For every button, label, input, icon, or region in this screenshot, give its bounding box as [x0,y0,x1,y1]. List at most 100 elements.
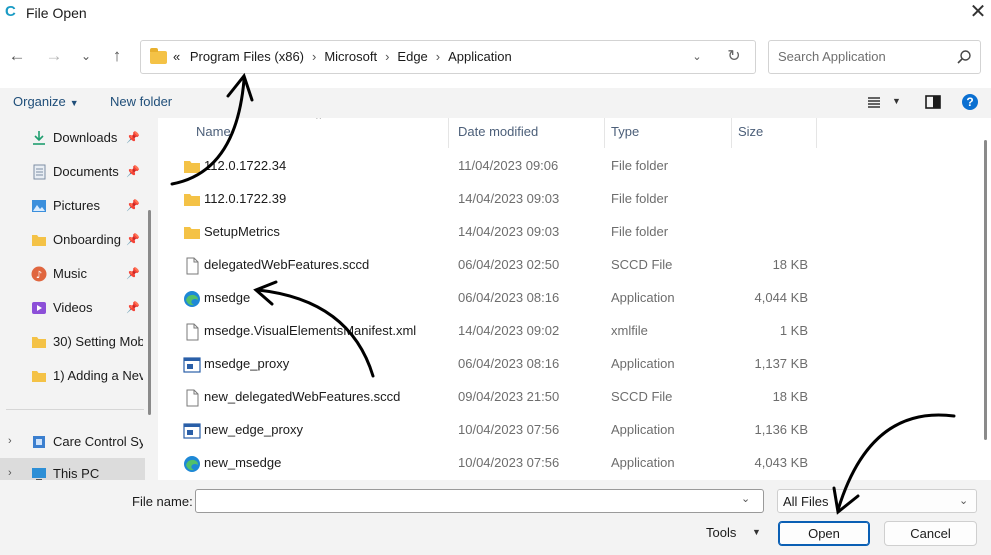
sidebar-item-music[interactable]: ♪ Music 📌 [0,258,145,288]
file-row[interactable]: new_edge_proxy 10/04/2023 07:56 Applicat… [158,414,975,447]
sidebar-item-label: This PC [53,466,100,480]
forward-arrow-icon[interactable]: → [42,44,66,68]
file-row[interactable]: delegatedWebFeatures.sccd 06/04/2023 02:… [158,249,975,282]
edge-icon [184,456,200,472]
pin-icon: 📌 [126,132,140,144]
expand-chevron-icon[interactable]: › [8,435,12,447]
caret-down-icon[interactable]: ▼ [752,527,761,537]
file-row[interactable]: 112.0.1722.39 14/04/2023 09:03 File fold… [158,183,975,216]
sidebar-item-onboarding[interactable]: Onboarding 📌 [0,224,145,254]
breadcrumb-microsoft[interactable]: Microsoft [324,49,377,64]
file-icon [186,257,199,275]
file-row[interactable]: 112.0.1722.34 11/04/2023 09:06 File fold… [158,150,975,183]
file-type: File folder [611,191,669,206]
sidebar-item-downloads[interactable]: Downloads 📌 [0,122,145,152]
sidebar-item-label: 1) Adding a Nev [53,368,143,383]
sidebar-item-documents[interactable]: Documents 📌 [0,156,145,186]
close-icon[interactable]: ✕ [966,1,990,23]
videos-icon [32,302,46,314]
up-arrow-icon[interactable]: ↑ [105,44,129,68]
svg-text:?: ? [966,95,973,109]
file-type-filter[interactable]: All Files ⌄ [777,489,977,513]
file-name: new_edge_proxy [204,422,304,437]
folder-icon [32,337,46,348]
sidebar-item-setting-mob[interactable]: 30) Setting Mob [0,326,145,356]
scrollbar-thumb[interactable] [984,140,987,440]
sort-ascending-icon: ⌃ [314,118,324,127]
search-input[interactable]: Search Application [778,41,886,73]
sidebar-item-this-pc[interactable]: › This PC [0,458,145,480]
column-divider[interactable] [731,118,732,148]
file-row[interactable]: new_msedge 10/04/2023 07:56 Application … [158,447,975,480]
chevron-right-icon[interactable]: › [385,41,389,73]
breadcrumb-application[interactable]: Application [448,49,512,64]
cancel-button[interactable]: Cancel [884,521,977,546]
help-icon[interactable]: ? [961,93,979,111]
file-date: 11/04/2023 09:06 [458,158,559,173]
chevron-right-icon[interactable]: › [436,41,440,73]
view-list-icon[interactable] [866,93,882,111]
navigation-pane: Downloads 📌 Documents 📌 Pictures 📌 Onboa… [0,118,150,480]
file-list-scrollbar[interactable] [975,118,991,480]
caret-down-icon: ▼ [69,98,79,108]
column-header-size[interactable]: Size [738,118,763,146]
file-type: File folder [611,224,669,239]
tools-button[interactable]: Tools [706,525,736,540]
column-header-type[interactable]: Type [611,118,639,146]
back-arrow-icon[interactable]: ← [5,44,29,68]
organize-label: Organize [13,94,66,109]
column-header-date[interactable]: Date modified [458,118,538,146]
sidebar-item-care-control[interactable]: › Care Control Sy [0,426,145,456]
column-divider[interactable] [604,118,605,148]
sidebar-divider [6,409,144,410]
new-folder-button[interactable]: New folder [110,94,172,109]
chevron-down-icon[interactable]: ⌄ [741,492,750,505]
breadcrumb-overflow[interactable]: « [173,49,180,64]
app-icon: C [5,3,16,20]
preview-pane-icon[interactable] [924,93,942,111]
chevron-down-icon[interactable]: ⌄ [959,494,968,507]
file-size: 18 KB [772,257,808,272]
view-options-caret-icon[interactable]: ▼ [892,96,901,114]
file-date: 10/04/2023 07:56 [458,455,560,470]
sidebar-scrollbar[interactable] [148,210,151,415]
file-row[interactable]: msedge_proxy 06/04/2023 08:16 Applicatio… [158,348,975,381]
file-date: 14/04/2023 09:03 [458,224,560,239]
breadcrumb-edge[interactable]: Edge [397,49,427,64]
recent-locations-chevron-icon[interactable]: ⌄ [74,44,98,68]
column-divider[interactable] [448,118,449,148]
breadcrumb: « Program Files (x86) › Microsoft › Edge › App… [173,41,512,73]
app-window-icon [183,423,201,439]
expand-chevron-icon[interactable]: › [8,467,12,479]
file-row[interactable]: SetupMetrics 14/04/2023 09:03 File folde… [158,216,975,249]
music-icon: ♪ [31,266,47,282]
file-row[interactable]: msedge 06/04/2023 08:16 Application 4,04… [158,282,975,315]
organize-button[interactable]: Organize ▼ [13,94,79,109]
folder-icon [32,371,46,382]
sidebar-item-adding-a-new[interactable]: 1) Adding a Nev [0,360,145,390]
search-icon[interactable] [955,48,973,66]
file-date: 14/04/2023 09:02 [458,323,560,338]
search-box[interactable]: Search Application [768,40,981,74]
file-type: Application [611,356,675,371]
file-size: 18 KB [772,389,808,404]
column-header-name[interactable]: Name [196,118,231,146]
sidebar-item-videos[interactable]: Videos 📌 [0,292,145,322]
address-bar[interactable]: « Program Files (x86) › Microsoft › Edge › App… [140,40,756,74]
address-dropdown-icon[interactable]: ⌄ [687,47,707,67]
file-name-field[interactable]: ⌄ [195,489,764,513]
chevron-right-icon[interactable]: › [312,41,316,73]
refresh-icon[interactable]: ↻ [723,46,745,68]
folder-icon [150,48,167,64]
app-window-icon [183,357,201,373]
file-row[interactable]: msedge.VisualElementsManifest.xml 14/04/… [158,315,975,348]
svg-text:♪: ♪ [36,270,42,281]
file-size: 4,043 KB [754,455,809,470]
file-row[interactable]: new_delegatedWebFeatures.sccd 09/04/2023… [158,381,975,414]
sidebar-item-pictures[interactable]: Pictures 📌 [0,190,145,220]
breadcrumb-program-files[interactable]: Program Files (x86) [190,49,304,64]
file-type: File folder [611,158,669,173]
document-icon [33,164,46,180]
column-divider[interactable] [816,118,817,148]
open-button[interactable]: Open [778,521,870,546]
